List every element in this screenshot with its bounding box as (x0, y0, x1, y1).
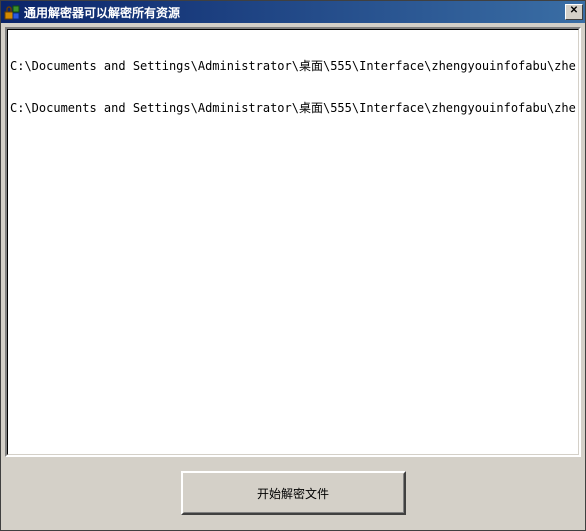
client-area: C:\Documents and Settings\Administrator\… (1, 23, 585, 530)
app-icon (4, 4, 20, 20)
log-line: C:\Documents and Settings\Administrator\… (10, 59, 576, 73)
decrypt-button-label: 开始解密文件 (183, 473, 404, 513)
log-textbox-inner: C:\Documents and Settings\Administrator\… (7, 29, 579, 455)
main-window: 通用解密器可以解密所有资源 ✕ C:\Documents and Setting… (0, 0, 586, 531)
log-textbox[interactable]: C:\Documents and Settings\Administrator\… (5, 27, 581, 457)
decrypt-button[interactable]: 开始解密文件 (181, 471, 406, 515)
titlebar: 通用解密器可以解密所有资源 ✕ (1, 1, 585, 23)
log-line: C:\Documents and Settings\Administrator\… (10, 101, 576, 115)
button-row: 开始解密文件 (5, 471, 581, 515)
window-title: 通用解密器可以解密所有资源 (24, 4, 565, 21)
close-button[interactable]: ✕ (565, 4, 583, 20)
